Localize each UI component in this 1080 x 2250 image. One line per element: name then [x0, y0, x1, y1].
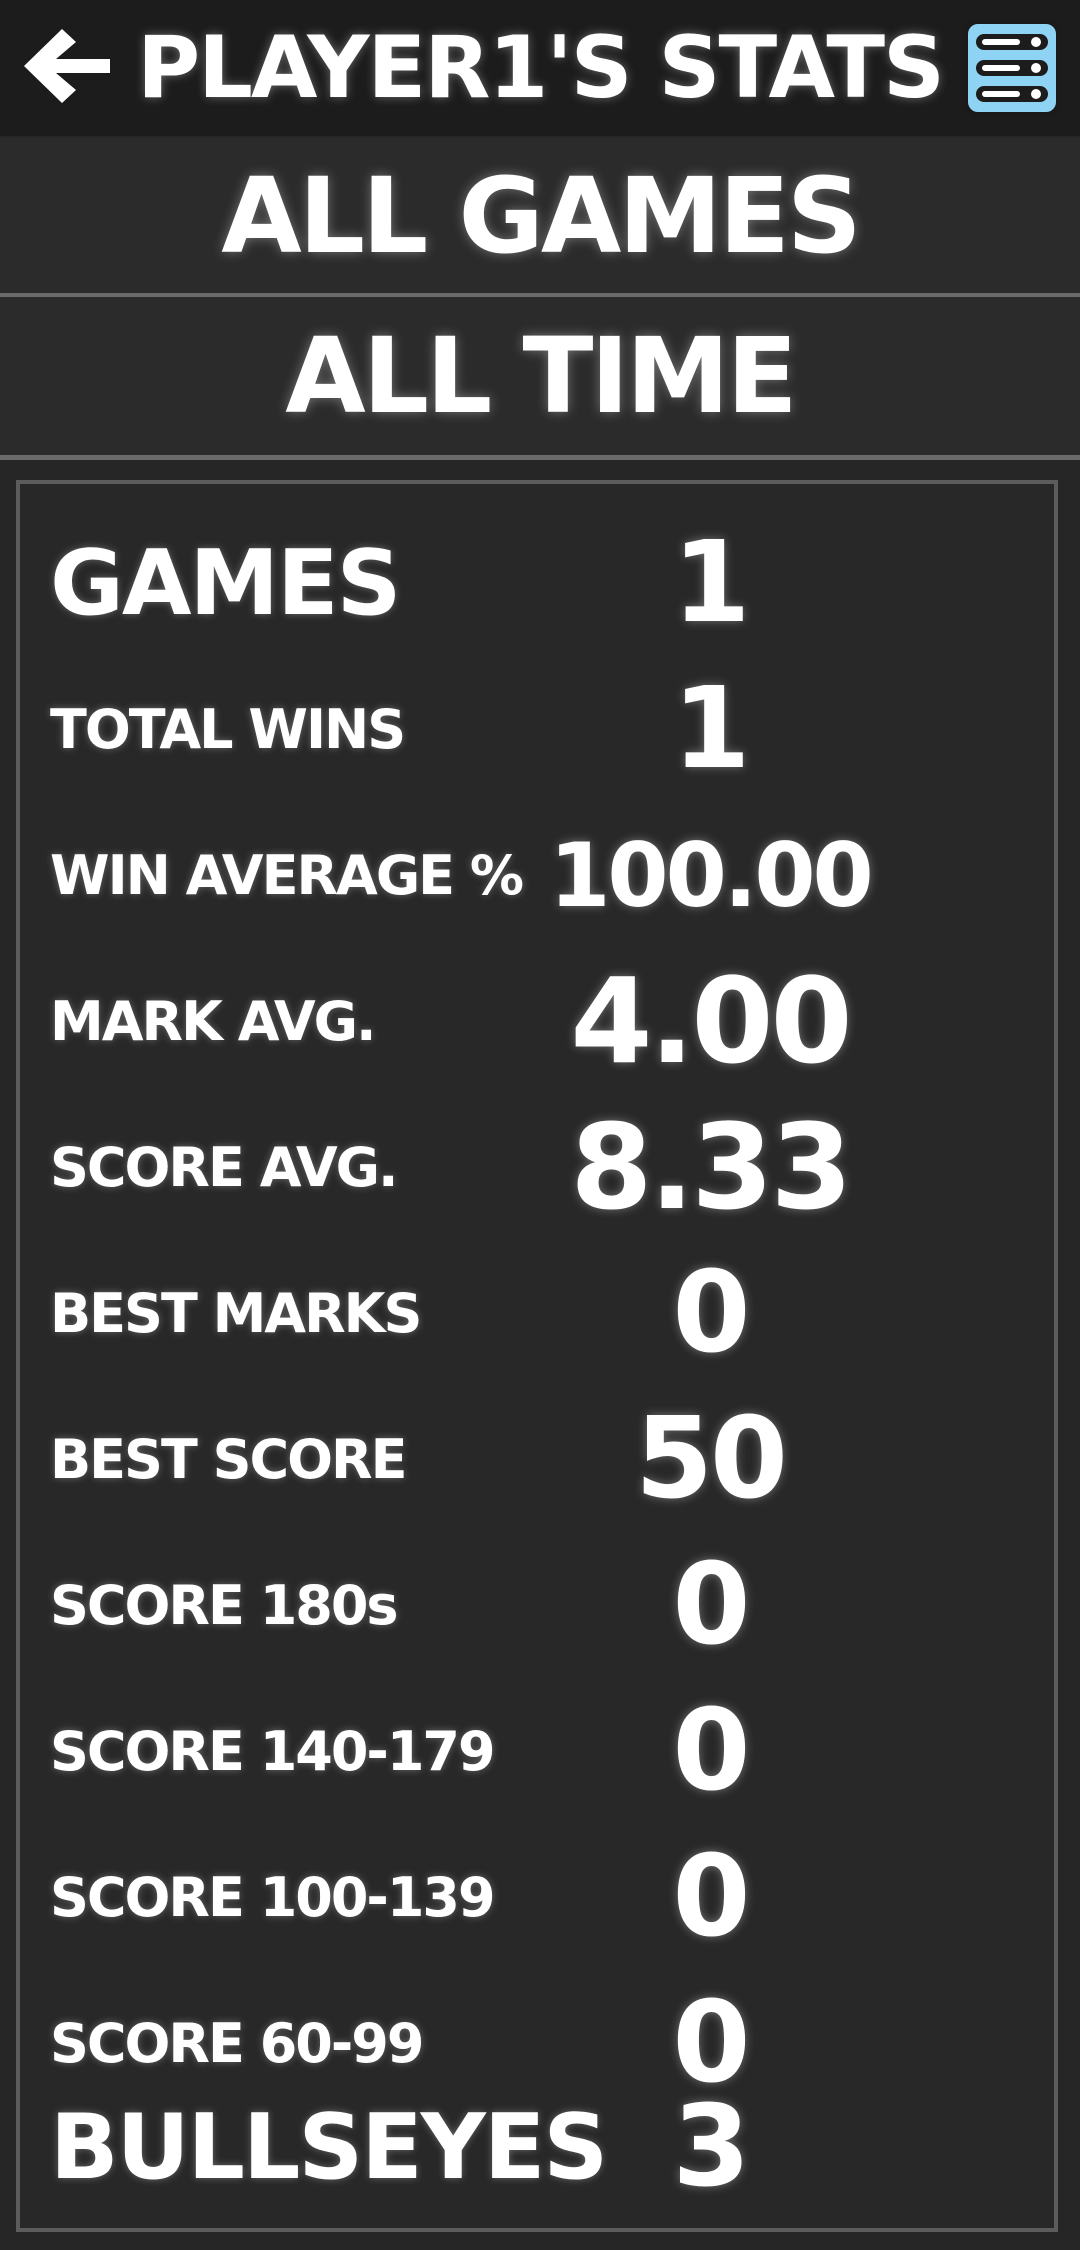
stat-row-score-180s: SCORE 180s 0: [20, 1532, 1054, 1678]
stat-value: 0: [672, 1248, 751, 1378]
stat-value: 50: [635, 1394, 788, 1524]
stat-value: 3: [672, 2082, 751, 2212]
back-button[interactable]: [14, 18, 118, 118]
stat-label: WIN AVERAGE %: [50, 843, 524, 907]
stat-label: MARK AVG.: [50, 989, 377, 1053]
arrow-left-icon: [16, 21, 116, 115]
divider: [0, 455, 1080, 460]
top-bar: PLAYER1'S STATS: [0, 0, 1080, 136]
stat-label: BEST MARKS: [50, 1281, 422, 1345]
list-menu-icon: [962, 20, 1062, 122]
stat-value: 1: [672, 664, 751, 794]
stat-row-win-average: WIN AVERAGE % 100.00: [20, 802, 1054, 948]
stat-value: 0: [672, 1540, 751, 1670]
time-filter-button[interactable]: ALL TIME: [0, 297, 1080, 455]
stat-value: 100.00: [549, 823, 874, 927]
stat-label: SCORE AVG.: [50, 1135, 398, 1199]
stat-label: SCORE 180s: [50, 1573, 399, 1637]
stat-row-score-100-139: SCORE 100-139 0: [20, 1824, 1054, 1970]
stat-label: SCORE 100-139: [50, 1865, 496, 1929]
stat-row-best-score: BEST SCORE 50: [20, 1386, 1054, 1532]
menu-button[interactable]: [962, 18, 1062, 118]
stat-row-total-wins: TOTAL WINS 1: [20, 656, 1054, 802]
stat-label: TOTAL WINS: [50, 697, 406, 761]
games-filter-button[interactable]: ALL GAMES: [0, 138, 1080, 293]
page-title: PLAYER1'S STATS: [137, 18, 945, 118]
stat-row-score-avg: SCORE AVG. 8.33: [20, 1094, 1054, 1240]
stats-panel: GAMES 1 TOTAL WINS 1 WIN AVERAGE % 100.0…: [16, 480, 1058, 2232]
stat-label: BULLSEYES: [50, 2094, 608, 2200]
stat-label: SCORE 140-179: [50, 1719, 496, 1783]
stat-row-bullseyes: BULLSEYES 3: [20, 2074, 1054, 2220]
stat-value: 8.33: [570, 1098, 852, 1236]
stat-label: GAMES: [50, 530, 401, 636]
stat-row-games: GAMES 1: [20, 510, 1054, 656]
stat-row-mark-avg: MARK AVG. 4.00: [20, 948, 1054, 1094]
stat-row-best-marks: BEST MARKS 0: [20, 1240, 1054, 1386]
stat-row-score-140-179: SCORE 140-179 0: [20, 1678, 1054, 1824]
stat-value: 4.00: [570, 952, 852, 1090]
stat-value: 0: [672, 1686, 751, 1816]
stat-value: 0: [672, 1832, 751, 1962]
stat-value: 1: [672, 518, 751, 648]
stat-label: BEST SCORE: [50, 1427, 407, 1491]
